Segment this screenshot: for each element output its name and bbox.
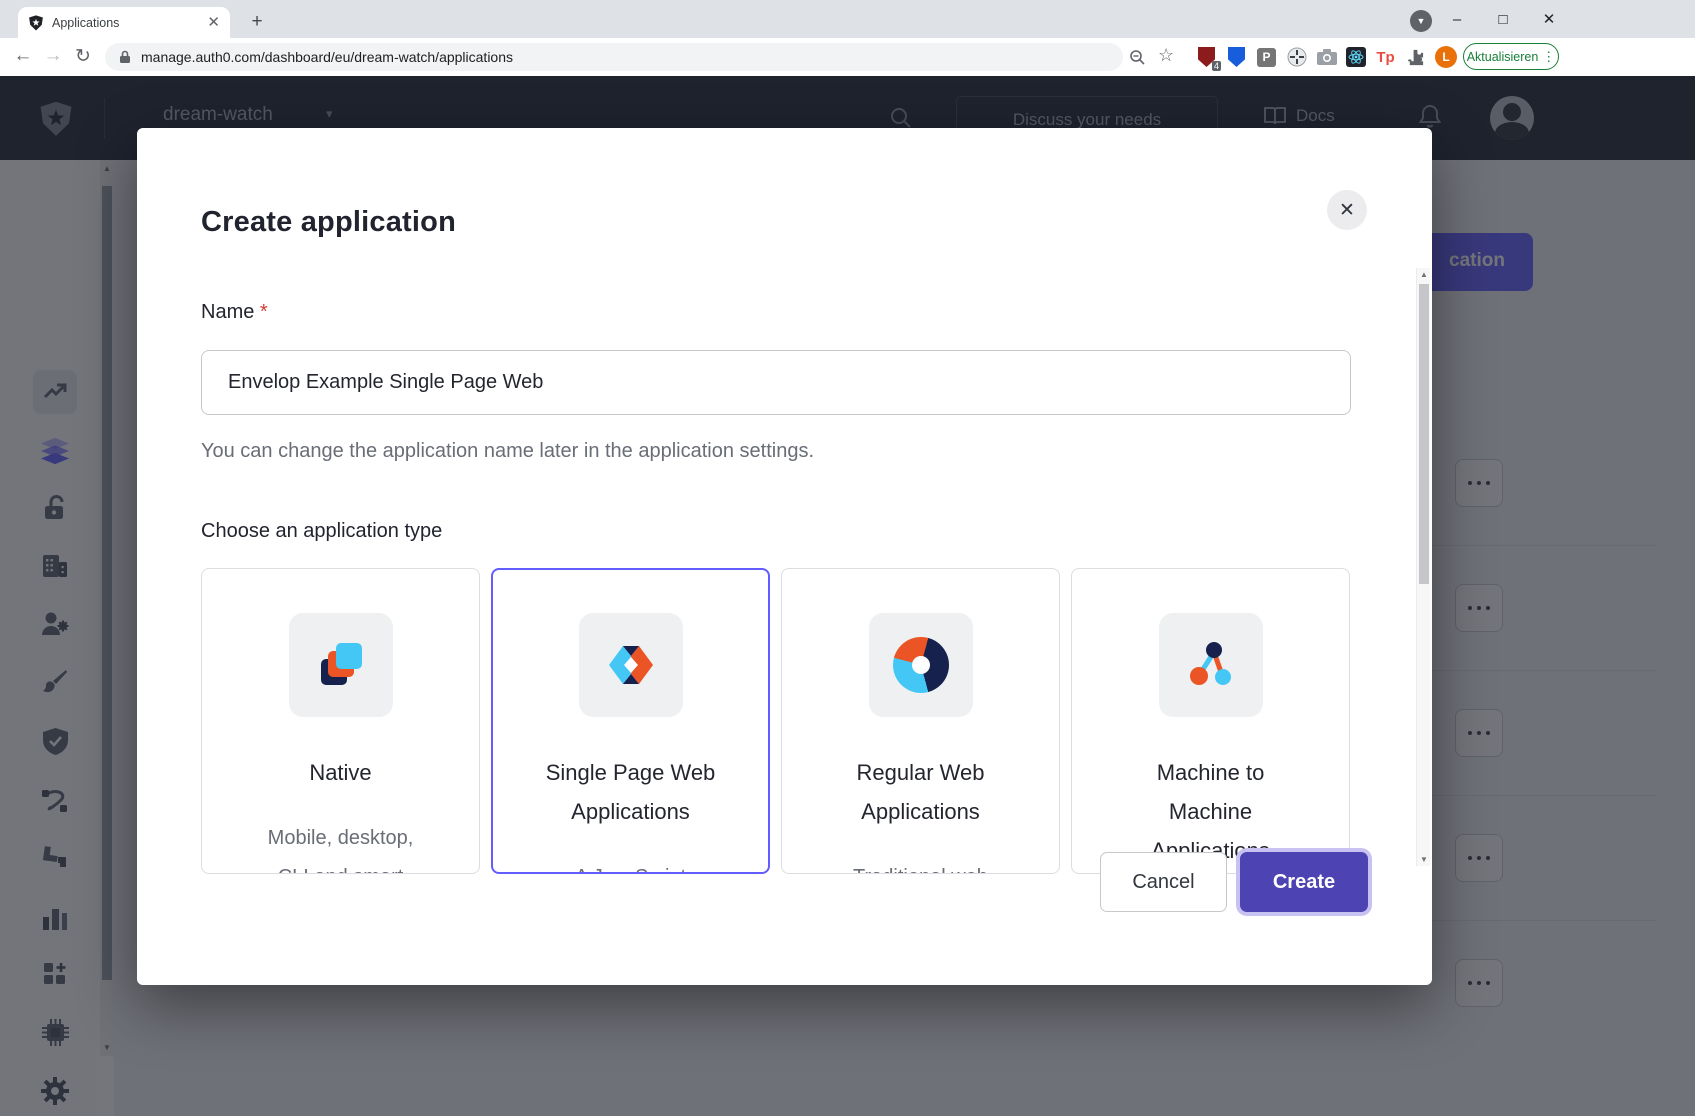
update-browser-button[interactable]: Aktualisieren ⋮ [1463,43,1559,70]
tab-title: Applications [52,16,199,30]
reload-button[interactable]: ↻ [70,45,96,68]
puzzle-extensions-icon[interactable] [1405,47,1426,68]
maximize-button[interactable]: □ [1480,11,1526,28]
camera-extension-icon[interactable] [1316,47,1337,68]
screen: Applications ✕ + ▼ – □ ✕ ← → ↻ manage.au… [0,0,1695,1116]
required-asterisk: * [260,301,268,323]
back-button[interactable]: ← [10,45,36,67]
create-button[interactable]: Create [1240,852,1368,912]
ublock-extension-icon[interactable]: 4 [1196,47,1217,68]
menu-kebab-icon[interactable]: ⋮ [1542,49,1555,65]
tp-extension-icon[interactable]: Tp [1375,47,1396,68]
bookmark-star-icon[interactable]: ☆ [1158,45,1174,66]
forward-button[interactable]: → [40,45,66,67]
bitwarden-extension-icon[interactable] [1226,47,1247,68]
m2m-nodes-icon [1183,637,1239,693]
move-crosshair-extension-icon[interactable] [1286,47,1307,68]
card-icon-tile [289,613,393,717]
create-application-modal: Create application ✕ Name * You can chan… [137,128,1432,985]
minimize-button[interactable]: – [1434,11,1480,28]
tab-close-icon[interactable]: ✕ [207,15,220,30]
browser-tabstrip: Applications ✕ + ▼ – □ ✕ [0,0,1695,38]
application-type-cards: Native Mobile, desktop, CLI and smart [201,568,1351,874]
name-label: Name * [201,301,268,324]
card-title: Regular Web Applications [782,753,1059,831]
card-description: Traditional web [782,858,1059,874]
browser-toolbar: ← → ↻ manage.auth0.com/dashboard/eu/drea… [0,38,1695,76]
chrome-avatar[interactable]: L [1435,46,1457,68]
modal-body: Name * You can change the application na… [137,260,1432,874]
regular-web-donut-icon [893,637,949,693]
zoom-icon[interactable] [1129,49,1146,66]
app-type-card-native[interactable]: Native Mobile, desktop, CLI and smart [201,568,480,874]
app-type-card-spa[interactable]: Single Page Web Applications A JavaScrip… [491,568,770,874]
cancel-button[interactable]: Cancel [1100,852,1227,912]
native-stack-icon [313,637,369,693]
extensions-row: 4 P Tp L [1196,38,1457,76]
modal-scrollbar[interactable]: ▲ ▼ [1416,268,1430,866]
card-title: Single Page Web Applications [493,753,768,831]
close-icon[interactable]: ✕ [1327,190,1367,230]
new-tab-button[interactable]: + [244,9,270,35]
p-extension-icon[interactable]: P [1256,47,1277,68]
close-window-button[interactable]: ✕ [1526,10,1572,28]
card-icon-tile [869,613,973,717]
application-type-label: Choose an application type [201,520,442,543]
name-help-text: You can change the application name late… [201,440,814,463]
auth0-favicon-icon [28,15,44,31]
card-icon-tile [579,613,683,717]
application-name-input[interactable] [201,350,1351,415]
spa-diamond-icon [603,637,659,693]
card-description: A JavaScript [493,858,768,874]
lock-icon [119,50,131,64]
card-description: Mobile, desktop, CLI and smart [202,819,479,874]
modal-title: Create application [201,206,456,239]
app-type-card-m2m[interactable]: Machine to Machine Applications [1071,568,1350,874]
url-text: manage.auth0.com/dashboard/eu/dream-watc… [141,49,513,65]
chrome-profile-chip[interactable]: ▼ [1410,10,1432,32]
app-type-card-regular-web[interactable]: Regular Web Applications Traditional web [781,568,1060,874]
browser-tab[interactable]: Applications ✕ [18,7,230,38]
card-title: Native [202,753,479,792]
scroll-up-icon[interactable]: ▲ [1417,270,1431,279]
scrollbar-thumb[interactable] [1419,284,1429,584]
react-devtools-extension-icon[interactable] [1346,47,1366,67]
url-bar[interactable]: manage.auth0.com/dashboard/eu/dream-watc… [105,43,1123,71]
scroll-down-icon[interactable]: ▼ [1417,855,1431,864]
window-controls: – □ ✕ [1434,0,1572,38]
card-icon-tile [1159,613,1263,717]
